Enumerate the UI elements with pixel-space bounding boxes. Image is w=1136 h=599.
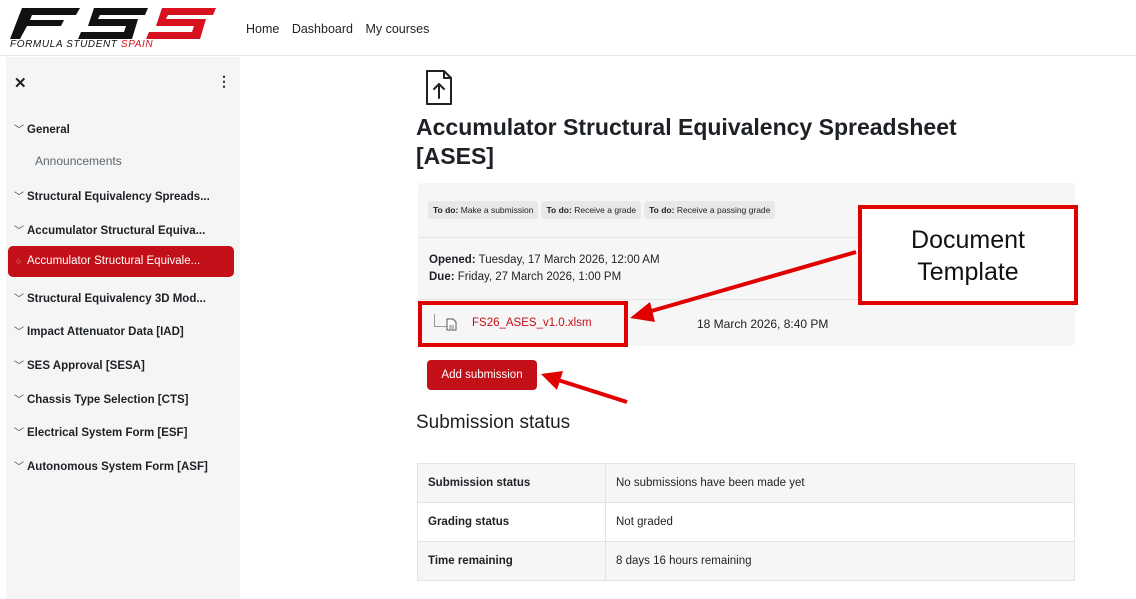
sidebar-item-label: SES Approval [SESA] — [27, 360, 145, 372]
sidebar-section-sesa[interactable]: ﹀ SES Approval [SESA] — [14, 357, 145, 372]
table-row: Time remaining 8 days 16 hours remaining — [417, 541, 1075, 581]
chevron-down-icon: ﹀ — [14, 294, 24, 305]
chevron-down-icon: ﹀ — [14, 192, 24, 203]
add-submission-button[interactable]: Add submission — [427, 360, 537, 390]
sidebar-item-label: Accumulator Structural Equiva... — [27, 225, 206, 237]
sidebar-item-label: Structural Equivalency 3D Mod... — [27, 293, 206, 305]
sidebar-section-3d-model[interactable]: ﹀ Structural Equivalency 3D Mod... — [14, 290, 206, 305]
submission-status-heading: Submission status — [416, 412, 571, 433]
table-cell-label: Submission status — [417, 463, 606, 503]
arrow-head-icon — [541, 371, 563, 390]
table-cell-value: 8 days 16 hours remaining — [605, 541, 1075, 581]
annotation-line-1: Document — [911, 226, 1025, 254]
sidebar-item-label: Structural Equivalency Spreads... — [27, 191, 210, 203]
upload-file-icon — [426, 70, 452, 105]
completion-requirements: To do: Make a submission To do: Receive a… — [428, 201, 778, 219]
sidebar-item-label: Electrical System Form [ESF] — [27, 427, 188, 439]
table-cell-value: No submissions have been made yet — [605, 463, 1075, 503]
nav-home-link[interactable]: Home — [246, 22, 279, 36]
sidebar-item-label: Chassis Type Selection [CTS] — [27, 394, 189, 406]
table-cell-value: Not graded — [605, 502, 1075, 542]
annotation-line-2: Template — [917, 258, 1019, 286]
table-cell-label: Grading status — [417, 502, 606, 542]
chevron-down-icon: ﹀ — [14, 395, 24, 406]
top-navbar: FORMULA STUDENT SPAIN Home Dashboard My … — [0, 0, 1136, 56]
sidebar-section-general[interactable]: ﹀ General — [14, 121, 70, 136]
activity-dates: Opened: Tuesday, 17 March 2026, 12:00 AM… — [429, 252, 660, 286]
sidebar-section-ses[interactable]: ﹀ Structural Equivalency Spreads... — [14, 188, 210, 203]
page-title: Accumulator Structural Equivalency Sprea… — [416, 114, 957, 169]
nav-dashboard-link[interactable]: Dashboard — [292, 22, 353, 36]
annotation-callout: Document Template — [858, 205, 1078, 305]
chevron-down-icon: ﹀ — [14, 327, 24, 338]
chevron-down-icon: ﹀ — [14, 361, 24, 372]
close-icon[interactable]: ✕ — [14, 74, 27, 92]
kebab-menu-icon[interactable]: ⋮ — [217, 73, 231, 90]
logo-tagline: FORMULA STUDENT SPAIN — [10, 39, 154, 50]
submission-status-table: Submission status No submissions have be… — [417, 463, 1075, 581]
attachment-modified-date: 18 March 2026, 8:40 PM — [697, 317, 829, 331]
circle-icon: ○ — [16, 256, 22, 266]
opened-date: Opened: Tuesday, 17 March 2026, 12:00 AM — [429, 254, 660, 266]
fss-logo-mark — [10, 8, 216, 39]
table-cell-label: Time remaining — [417, 541, 606, 581]
sidebar-item-label: Autonomous System Form [ASF] — [27, 461, 208, 473]
arrow-to-button — [557, 378, 628, 404]
todo-badge: To do: Make a submission — [428, 201, 539, 219]
todo-badge: To do: Receive a passing grade — [644, 201, 776, 219]
chevron-down-icon: ﹀ — [14, 125, 24, 136]
sidebar-section-iad[interactable]: ﹀ Impact Attenuator Data [IAD] — [14, 323, 184, 338]
table-row: Grading status Not graded — [417, 502, 1075, 542]
sidebar-item-label: Accumulator Structural Equivale... — [27, 255, 201, 267]
table-row: Submission status No submissions have be… — [417, 463, 1075, 503]
sidebar-item-announcements[interactable]: Announcements — [35, 154, 122, 168]
chevron-down-icon: ﹀ — [14, 428, 24, 439]
course-index-sidebar: ✕ ⋮ ﹀ General Announcements ﹀ Structural E… — [6, 57, 240, 599]
sidebar-section-esf[interactable]: ﹀ Electrical System Form [ESF] — [14, 424, 187, 439]
sidebar-section-ases[interactable]: ﹀ Accumulator Structural Equiva... — [14, 222, 205, 237]
todo-badge: To do: Receive a grade — [541, 201, 642, 219]
due-date: Due: Friday, 27 March 2026, 1:00 PM — [429, 271, 622, 283]
chevron-down-icon: ﹀ — [14, 462, 24, 473]
sidebar-section-asf[interactable]: ﹀ Autonomous System Form [ASF] — [14, 458, 208, 473]
chevron-down-icon: ﹀ — [14, 226, 24, 237]
sidebar-item-ases-active[interactable]: ○ Accumulator Structural Equivale... — [8, 246, 234, 277]
fss-logo[interactable]: FORMULA STUDENT SPAIN — [8, 6, 220, 52]
sidebar-section-cts[interactable]: ﹀ Chassis Type Selection [CTS] — [14, 391, 188, 406]
nav-my-courses-link[interactable]: My courses — [365, 22, 429, 36]
primary-nav: Home Dashboard My courses — [246, 22, 438, 36]
sidebar-item-label: General — [27, 124, 70, 136]
annotation-highlight-box — [418, 301, 628, 347]
sidebar-item-label: Impact Attenuator Data [IAD] — [27, 326, 184, 338]
